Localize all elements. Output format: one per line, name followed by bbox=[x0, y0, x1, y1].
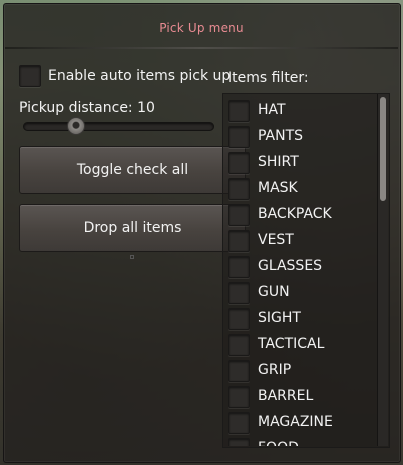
items-filter-title: Items filter: bbox=[228, 70, 309, 86]
title-divider bbox=[5, 47, 398, 49]
filter-item-checkbox[interactable] bbox=[228, 100, 250, 122]
filter-item-label: PANTS bbox=[258, 128, 304, 144]
window-title: Pick Up menu bbox=[159, 21, 244, 35]
filter-item-label: VEST bbox=[258, 232, 294, 248]
filter-item-label: GRIP bbox=[258, 362, 292, 378]
filter-item-checkbox[interactable] bbox=[228, 334, 250, 356]
filter-item-checkbox[interactable] bbox=[228, 438, 250, 446]
filter-item-food[interactable]: FOOD bbox=[228, 438, 378, 446]
filter-item-checkbox[interactable] bbox=[228, 178, 250, 200]
filter-item-label: SIGHT bbox=[258, 310, 301, 326]
filter-item-checkbox[interactable] bbox=[228, 256, 250, 278]
pickup-distance-slider[interactable] bbox=[23, 122, 214, 131]
filter-item-label: TACTICAL bbox=[258, 336, 325, 352]
filter-item-label: MASK bbox=[258, 180, 298, 196]
filter-item-checkbox[interactable] bbox=[228, 386, 250, 408]
pickup-distance-label: Pickup distance: 10 bbox=[19, 100, 155, 116]
filter-item-label: BACKPACK bbox=[258, 206, 332, 222]
filter-item-checkbox[interactable] bbox=[228, 152, 250, 174]
filter-item-label: GUN bbox=[258, 284, 290, 300]
filter-item-label: BARREL bbox=[258, 388, 314, 404]
filter-item-checkbox[interactable] bbox=[228, 360, 250, 382]
auto-pickup-checkbox[interactable] bbox=[19, 65, 41, 87]
filter-item-checkbox[interactable] bbox=[228, 412, 250, 434]
auto-pickup-label: Enable auto items pick up bbox=[48, 68, 231, 84]
drop-all-items-button[interactable]: Drop all items bbox=[19, 204, 246, 252]
filter-item-label: HAT bbox=[258, 102, 286, 118]
filter-item-label: FOOD bbox=[258, 440, 299, 446]
filter-item-checkbox[interactable] bbox=[228, 126, 250, 148]
filter-item-checkbox[interactable] bbox=[228, 308, 250, 330]
items-filter-scroll-thumb[interactable] bbox=[380, 97, 386, 201]
filter-item-checkbox[interactable] bbox=[228, 204, 250, 226]
filter-item-checkbox[interactable] bbox=[228, 282, 250, 304]
toggle-check-all-button[interactable]: Toggle check all bbox=[19, 146, 246, 194]
filter-item-label: MAGAZINE bbox=[258, 414, 333, 430]
filter-item-label: GLASSES bbox=[258, 258, 323, 274]
drag-handle bbox=[130, 255, 134, 259]
filter-item-label: SHIRT bbox=[258, 154, 299, 170]
filter-item-checkbox[interactable] bbox=[228, 230, 250, 252]
